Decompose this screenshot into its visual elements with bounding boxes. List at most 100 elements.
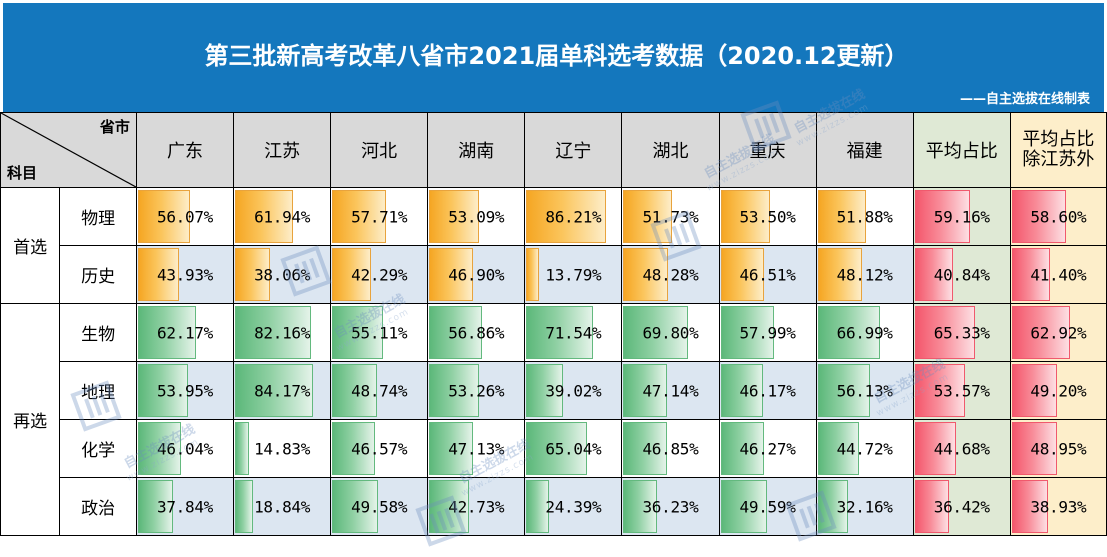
cell-value: 14.83% (254, 439, 311, 458)
data-cell: 51.73% (621, 187, 720, 246)
cell-value: 44.72% (836, 439, 893, 458)
data-cell: 32.16% (815, 477, 914, 536)
cell-value: 46.57% (351, 439, 408, 458)
cell-value: 48.12% (836, 265, 893, 284)
cell-value: 13.79% (545, 265, 602, 284)
average-ex-jiangsu-cell: 62.92% (1009, 303, 1107, 362)
data-cell: 84.17% (233, 361, 332, 420)
cell-value: 46.85% (642, 439, 699, 458)
average-ex-jiangsu-value: 38.93% (1030, 497, 1087, 516)
average-ex-jiangsu-value: 49.20% (1030, 381, 1087, 400)
data-cell: 47.13% (427, 419, 526, 478)
cell-value: 49.59% (739, 497, 796, 516)
data-cell: 24.39% (524, 477, 623, 536)
header-province-0: 广东 (135, 112, 235, 188)
data-cell: 42.73% (427, 477, 526, 536)
data-cell: 61.94% (233, 187, 332, 246)
data-cell: 48.74% (330, 361, 429, 420)
cell-value: 48.74% (351, 381, 408, 400)
average-value: 44.68% (933, 439, 990, 458)
table-row: 再选 生物 62.17% 82.16% 55.11% 56.86% 71.54% 69.80%… (0, 303, 1107, 536)
average-value: 59.16% (933, 207, 990, 226)
title-banner: 第三批新高考改革八省市2021届单科选考数据（2020.12更新） ——自主选拔… (0, 0, 1107, 112)
column-axis-label: 省市 (99, 118, 130, 136)
header-province-6: 重庆 (718, 112, 817, 188)
cell-value: 47.14% (642, 381, 699, 400)
data-cell: 57.71% (330, 187, 429, 246)
header-row: 省市 科目 广东 江苏 河北 湖南 辽宁 湖北 重庆 福建 平均占比 平均占比 … (0, 112, 1107, 188)
banner-credit: ——自主选拔在线制表 (959, 92, 1090, 107)
cell-value: 46.27% (739, 439, 796, 458)
average-value: 40.84% (933, 265, 990, 284)
subject-label: 政治 (59, 477, 137, 536)
cell-value: 57.99% (739, 323, 796, 342)
data-cell: 46.17% (718, 361, 817, 420)
cell-value: 86.21% (545, 207, 602, 226)
cell-value: 66.99% (836, 323, 893, 342)
group-label-1: 再选 (0, 303, 61, 536)
cell-value: 42.73% (448, 497, 505, 516)
average-value: 65.33% (933, 323, 990, 342)
cell-value: 42.29% (351, 265, 408, 284)
data-cell: 13.79% (524, 245, 623, 304)
cell-value: 51.88% (836, 207, 893, 226)
cell-value: 61.94% (254, 207, 311, 226)
header-province-7: 福建 (815, 112, 914, 188)
cell-value: 46.51% (739, 265, 796, 284)
average-cell: 36.42% (912, 477, 1011, 536)
data-cell: 66.99% (815, 303, 914, 362)
data-cell: 46.51% (718, 245, 817, 304)
data-cell: 43.93% (135, 245, 235, 304)
average-cell: 53.57% (912, 361, 1011, 420)
data-cell: 62.17% (135, 303, 235, 362)
data-cell: 82.16% (233, 303, 332, 362)
cell-value: 84.17% (254, 381, 311, 400)
table-header: 省市 科目 广东 江苏 河北 湖南 辽宁 湖北 重庆 福建 平均占比 平均占比 … (0, 112, 1107, 188)
table-body: 首选 物理 56.07% 61.94% 57.71% 53.09% 86.21% 51.73%… (0, 187, 1107, 536)
data-cell: 44.72% (815, 419, 914, 478)
average-cell: 40.84% (912, 245, 1011, 304)
cell-value: 55.11% (351, 323, 408, 342)
cell-value: 48.28% (642, 265, 699, 284)
cell-value: 53.95% (156, 381, 213, 400)
average-cell: 65.33% (912, 303, 1011, 362)
average-ex-jiangsu-cell: 49.20% (1009, 361, 1107, 420)
data-cell: 56.86% (427, 303, 526, 362)
cell-value: 36.23% (642, 497, 699, 516)
header-average: 平均占比 (912, 112, 1011, 188)
header-province-1: 江苏 (233, 112, 332, 188)
table-row: 首选 物理 56.07% 61.94% 57.71% 53.09% 86.21% 51.73%… (0, 187, 1107, 304)
header-average-ex-line2: 除江苏外 (1022, 149, 1095, 170)
row-axis-label: 科目 (7, 164, 38, 182)
average-ex-jiangsu-value: 62.92% (1030, 323, 1087, 342)
subject-label: 地理 (59, 361, 137, 420)
page-title: 第三批新高考改革八省市2021届单科选考数据（2020.12更新） (204, 42, 909, 70)
data-cell: 39.02% (524, 361, 623, 420)
cell-value: 82.16% (254, 323, 311, 342)
cell-value: 49.58% (351, 497, 408, 516)
cell-value: 32.16% (836, 497, 893, 516)
table-row: 政治 37.84% 18.84% 49.58% 42.73% 24.39% 36.23% 49… (1, 477, 1107, 536)
average-ex-jiangsu-cell: 41.40% (1009, 245, 1107, 304)
header-average-excluding-jiangsu: 平均占比 除江苏外 (1009, 112, 1107, 188)
header-province-4: 辽宁 (524, 112, 623, 188)
data-cell: 38.06% (233, 245, 332, 304)
cell-value: 46.04% (156, 439, 213, 458)
header-province-5: 湖北 (621, 112, 720, 188)
data-cell: 42.29% (330, 245, 429, 304)
page-root: 第三批新高考改革八省市2021届单科选考数据（2020.12更新） ——自主选拔… (0, 0, 1107, 557)
data-cell: 53.50% (718, 187, 817, 246)
cell-value: 53.09% (448, 207, 505, 226)
data-cell: 18.84% (233, 477, 332, 536)
data-cell: 48.12% (815, 245, 914, 304)
average-value: 53.57% (933, 381, 990, 400)
cell-value: 65.04% (545, 439, 602, 458)
data-cell: 49.58% (330, 477, 429, 536)
cell-value: 39.02% (545, 381, 602, 400)
data-cell: 53.95% (135, 361, 235, 420)
group-label-0: 首选 (0, 187, 61, 304)
average-value: 36.42% (933, 497, 990, 516)
cell-value: 69.80% (642, 323, 699, 342)
data-cell: 49.59% (718, 477, 817, 536)
average-cell: 44.68% (912, 419, 1011, 478)
